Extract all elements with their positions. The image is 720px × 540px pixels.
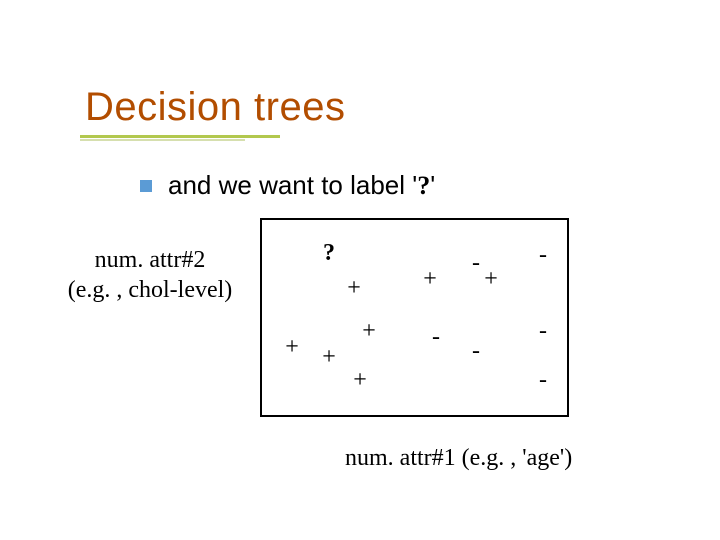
point-minus: -	[472, 339, 480, 363]
point-minus: -	[539, 243, 547, 267]
y-axis-label: num. attr#2 (e.g. , chol-level)	[55, 245, 245, 305]
point-plus: +	[347, 276, 361, 300]
y-axis-line1: num. attr#2	[55, 245, 245, 275]
point-minus: -	[539, 319, 547, 343]
scatter-plot: ? + + + + + + + - - - - - -	[260, 218, 569, 417]
point-plus: +	[484, 267, 498, 291]
point-minus: -	[472, 251, 480, 275]
bullet-question-mark: ?	[417, 171, 430, 200]
x-axis-label: num. attr#1 (e.g. , 'age')	[345, 445, 572, 472]
point-minus: -	[432, 325, 440, 349]
y-axis-line2: (e.g. , chol-level)	[55, 275, 245, 305]
underline-bar-2	[80, 139, 245, 141]
title-underline	[80, 135, 360, 143]
bullet-prefix: and we want to label	[168, 170, 412, 200]
point-plus: +	[423, 267, 437, 291]
bullet-text: and we want to label '?'	[168, 170, 435, 201]
bullet-row: and we want to label '?'	[140, 170, 435, 201]
point-minus: -	[539, 368, 547, 392]
point-plus: +	[353, 368, 367, 392]
point-plus: +	[322, 345, 336, 369]
slide-title: Decision trees	[85, 85, 345, 130]
slide: Decision trees and we want to label '?' …	[0, 0, 720, 540]
bullet-quote-close: '	[430, 170, 435, 200]
point-plus: +	[285, 335, 299, 359]
point-plus: +	[362, 319, 376, 343]
bullet-icon	[140, 180, 152, 192]
underline-bar-1	[80, 135, 280, 138]
point-unknown: ?	[323, 241, 335, 265]
